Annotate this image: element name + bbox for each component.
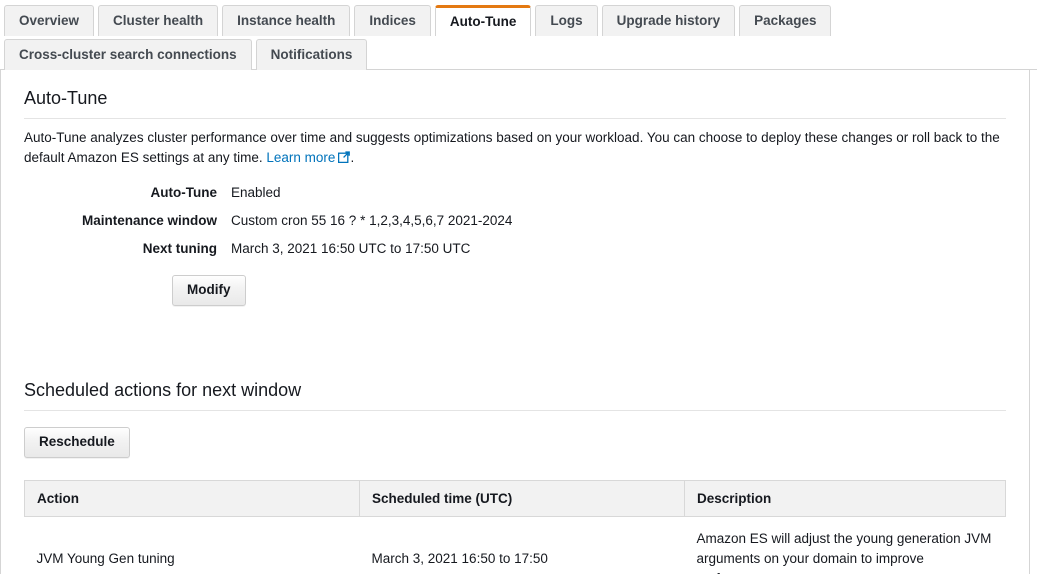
detail-label: Auto-Tune bbox=[150, 185, 217, 200]
autotune-description: Auto-Tune analyzes cluster performance o… bbox=[24, 128, 1006, 169]
column-header-description[interactable]: Description bbox=[684, 480, 1006, 517]
tab-instance-health[interactable]: Instance health bbox=[222, 5, 351, 36]
tab-packages[interactable]: Packages bbox=[739, 5, 832, 36]
tab-auto-tune[interactable]: Auto-Tune bbox=[434, 5, 532, 36]
description-text-part2: . bbox=[350, 150, 355, 165]
column-header-action[interactable]: Action bbox=[24, 480, 360, 517]
tab-bar: Overview Cluster health Instance health Ind… bbox=[0, 0, 1037, 70]
detail-label: Maintenance window bbox=[81, 213, 217, 228]
title-divider bbox=[24, 118, 1006, 119]
scheduled-actions-title: Scheduled actions for next window bbox=[24, 380, 302, 400]
scheduled-actions-table: Action Scheduled time (UTC) Description … bbox=[24, 480, 1006, 574]
tab-notifications[interactable]: Notifications bbox=[255, 39, 368, 70]
modify-button-wrap: Modify bbox=[172, 275, 1006, 306]
table-header-row: Action Scheduled time (UTC) Description bbox=[24, 480, 1006, 517]
reschedule-button-wrap: Reschedule bbox=[24, 427, 1006, 458]
learn-more-link[interactable]: Learn more bbox=[266, 150, 351, 165]
learn-more-label: Learn more bbox=[266, 150, 336, 165]
detail-label: Next tuning bbox=[142, 241, 217, 256]
description-text-part1: Auto-Tune analyzes cluster performance o… bbox=[24, 130, 1000, 165]
detail-value: March 3, 2021 16:50 UTC to 17:50 UTC bbox=[231, 241, 471, 256]
detail-value: Custom cron 55 16 ? * 1,2,3,4,5,6,7 2021… bbox=[231, 213, 513, 228]
table-body: JVM Young Gen tuning March 3, 2021 16:50 … bbox=[24, 516, 1006, 574]
table-row[interactable]: JVM Young Gen tuning March 3, 2021 16:50 … bbox=[24, 516, 1006, 574]
detail-value: Enabled bbox=[231, 185, 281, 200]
table-head: Action Scheduled time (UTC) Description bbox=[24, 480, 1006, 517]
page-title: Auto-Tune bbox=[24, 88, 108, 108]
content-panel: Auto-Tune Auto-Tune analyzes cluster per… bbox=[0, 70, 1030, 574]
modify-button[interactable]: Modify bbox=[172, 275, 246, 306]
detail-row: Maintenance window Custom cron 55 16 ? * … bbox=[24, 211, 1006, 231]
cell-scheduled-time: March 3, 2021 16:50 to 17:50 bbox=[359, 516, 685, 574]
autotune-detail-list: Auto-Tune Enabled Maintenance window Custom… bbox=[24, 183, 1006, 259]
cell-description: Amazon ES will adjust the young generati… bbox=[684, 516, 1006, 574]
tab-cross-cluster-search-connections[interactable]: Cross-cluster search connections bbox=[4, 39, 252, 70]
tab-overview[interactable]: Overview bbox=[4, 5, 95, 36]
tab-row-primary: Overview Cluster health Instance health Ind… bbox=[0, 3, 1037, 36]
scheduled-actions-section: Scheduled actions for next window Resche… bbox=[24, 380, 1006, 574]
external-link-icon bbox=[338, 149, 351, 169]
detail-row: Auto-Tune Enabled bbox=[24, 183, 1006, 203]
tab-upgrade-history[interactable]: Upgrade history bbox=[601, 5, 736, 36]
detail-row: Next tuning March 3, 2021 16:50 UTC to 17… bbox=[24, 239, 1006, 259]
tab-row-secondary: Cross-cluster search connections Notifica… bbox=[0, 37, 1037, 70]
scheduled-title-divider bbox=[24, 410, 1006, 411]
cell-action: JVM Young Gen tuning bbox=[24, 516, 360, 574]
reschedule-button[interactable]: Reschedule bbox=[24, 427, 130, 458]
tab-cluster-health[interactable]: Cluster health bbox=[98, 5, 219, 36]
column-header-scheduled-time[interactable]: Scheduled time (UTC) bbox=[359, 480, 685, 517]
tab-logs[interactable]: Logs bbox=[535, 5, 598, 36]
tab-indices[interactable]: Indices bbox=[354, 5, 431, 36]
